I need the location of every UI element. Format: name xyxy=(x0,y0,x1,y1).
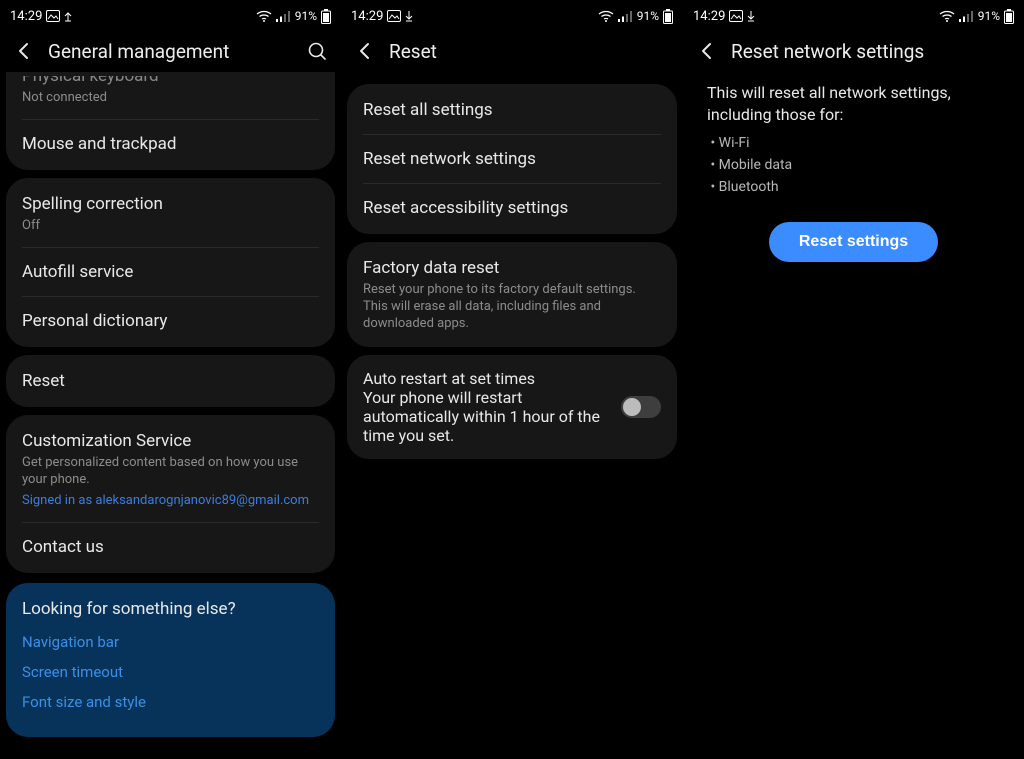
status-download-icon xyxy=(405,10,413,22)
card-input-devices: Physical keyboard Not connected Mouse an… xyxy=(6,72,335,170)
row-title: Reset xyxy=(22,370,319,392)
app-bar: Reset xyxy=(341,30,683,72)
status-battery-percent: 91% xyxy=(295,9,317,23)
status-image-icon xyxy=(46,10,60,22)
app-bar: Reset network settings xyxy=(683,30,1024,72)
row-title: Reset network settings xyxy=(363,148,661,170)
row-title: Personal dictionary xyxy=(22,310,319,332)
card-auto-restart: Auto restart at set times Your phone wil… xyxy=(347,355,677,459)
status-battery-icon xyxy=(1004,9,1014,24)
status-clock: 14:29 xyxy=(693,9,725,24)
row-contact-us[interactable]: Contact us xyxy=(6,523,335,571)
suggestion-navigation-bar[interactable]: Navigation bar xyxy=(22,633,319,651)
row-autofill-service[interactable]: Autofill service xyxy=(6,248,335,296)
status-clock: 14:29 xyxy=(10,9,42,24)
row-personal-dictionary[interactable]: Personal dictionary xyxy=(6,297,335,345)
suggestions-heading: Looking for something else? xyxy=(22,599,319,619)
bullet-wifi: • Wi-Fi xyxy=(707,132,1000,154)
card-services: Customization Service Get personalized c… xyxy=(6,415,335,573)
status-signal-icon xyxy=(618,11,632,22)
app-bar-title: General management xyxy=(48,40,229,63)
reset-settings-button[interactable]: Reset settings xyxy=(769,222,938,262)
toggle-knob xyxy=(623,398,641,416)
row-physical-keyboard[interactable]: Physical keyboard Not connected xyxy=(6,74,335,119)
status-clock: 14:29 xyxy=(351,9,383,24)
row-title: Reset accessibility settings xyxy=(363,197,661,219)
row-subtitle: Get personalized content based on how yo… xyxy=(22,454,319,488)
status-signal-icon xyxy=(959,11,973,22)
card-reset: Reset xyxy=(6,355,335,407)
status-battery-icon xyxy=(321,9,331,24)
row-title: Spelling correction xyxy=(22,193,319,215)
status-battery-icon xyxy=(663,9,673,24)
row-reset[interactable]: Reset xyxy=(6,357,335,405)
row-title: Factory data reset xyxy=(363,257,661,279)
screen-reset-network-settings: 14:29 91% xyxy=(683,0,1024,759)
row-mouse-trackpad[interactable]: Mouse and trackpad xyxy=(6,120,335,168)
row-signed-in-link[interactable]: Signed in as aleksandarognjanovic89@gmai… xyxy=(22,492,319,509)
row-factory-data-reset[interactable]: Factory data reset Reset your phone to i… xyxy=(347,244,677,345)
status-bar: 14:29 91% xyxy=(341,0,683,30)
row-spelling-correction[interactable]: Spelling correction Off xyxy=(6,180,335,247)
row-title: Customization Service xyxy=(22,430,319,452)
bullet-list: • Wi-Fi • Mobile data • Bluetooth xyxy=(707,126,1000,198)
screen-general-management: 14:29 91% xyxy=(0,0,341,759)
intro-text: This will reset all network settings, in… xyxy=(707,83,951,124)
settings-list: Physical keyboard Not connected Mouse an… xyxy=(0,72,341,759)
row-subtitle: Not connected xyxy=(22,89,319,106)
status-bar: 14:29 91% xyxy=(683,0,1024,30)
search-button[interactable] xyxy=(307,41,327,61)
card-reset-options: Reset all settings Reset network setting… xyxy=(347,84,677,234)
screen-reset: 14:29 91% xyxy=(341,0,683,759)
row-title: Contact us xyxy=(22,536,319,558)
status-download-icon xyxy=(747,10,755,22)
row-title: Reset all settings xyxy=(363,99,661,121)
status-image-icon xyxy=(729,10,743,22)
row-title: Autofill service xyxy=(22,261,319,283)
app-bar-title: Reset xyxy=(389,40,437,63)
row-subtitle: Your phone will restart automatically wi… xyxy=(363,388,607,445)
back-button[interactable] xyxy=(355,41,375,61)
status-battery-percent: 91% xyxy=(978,9,1000,23)
app-bar-title: Reset network settings xyxy=(731,40,924,63)
body-copy: This will reset all network settings, in… xyxy=(687,72,1020,198)
status-upload-icon xyxy=(64,10,72,22)
row-subtitle: Reset your phone to its factory default … xyxy=(363,281,661,332)
row-title: Auto restart at set times xyxy=(363,369,607,388)
back-button[interactable] xyxy=(14,41,34,61)
row-auto-restart[interactable]: Auto restart at set times Your phone wil… xyxy=(347,357,677,457)
reset-network-content: This will reset all network settings, in… xyxy=(683,72,1024,759)
status-image-icon xyxy=(387,10,401,22)
bullet-bluetooth: • Bluetooth xyxy=(707,176,1000,198)
status-bar: 14:29 91% xyxy=(0,0,341,30)
card-suggestions: Looking for something else? Navigation b… xyxy=(6,583,335,737)
suggestion-screen-timeout[interactable]: Screen timeout xyxy=(22,663,319,681)
back-button[interactable] xyxy=(697,41,717,61)
row-reset-network-settings[interactable]: Reset network settings xyxy=(347,135,677,183)
status-wifi-icon xyxy=(256,10,272,22)
status-wifi-icon xyxy=(939,10,955,22)
row-reset-all-settings[interactable]: Reset all settings xyxy=(347,86,677,134)
status-signal-icon xyxy=(276,11,290,22)
status-battery-percent: 91% xyxy=(637,9,659,23)
row-subtitle: Off xyxy=(22,217,319,234)
app-bar: General management xyxy=(0,30,341,72)
row-customization-service[interactable]: Customization Service Get personalized c… xyxy=(6,417,335,522)
row-reset-accessibility-settings[interactable]: Reset accessibility settings xyxy=(347,184,677,232)
card-factory-reset: Factory data reset Reset your phone to i… xyxy=(347,242,677,347)
settings-list: Reset all settings Reset network setting… xyxy=(341,72,683,759)
auto-restart-toggle[interactable] xyxy=(621,396,661,418)
card-text-input: Spelling correction Off Autofill service… xyxy=(6,178,335,347)
row-title: Mouse and trackpad xyxy=(22,133,319,155)
status-wifi-icon xyxy=(598,10,614,22)
suggestion-font-size[interactable]: Font size and style xyxy=(22,693,319,711)
bullet-mobile-data: • Mobile data xyxy=(707,154,1000,176)
row-title: Physical keyboard xyxy=(22,76,319,87)
